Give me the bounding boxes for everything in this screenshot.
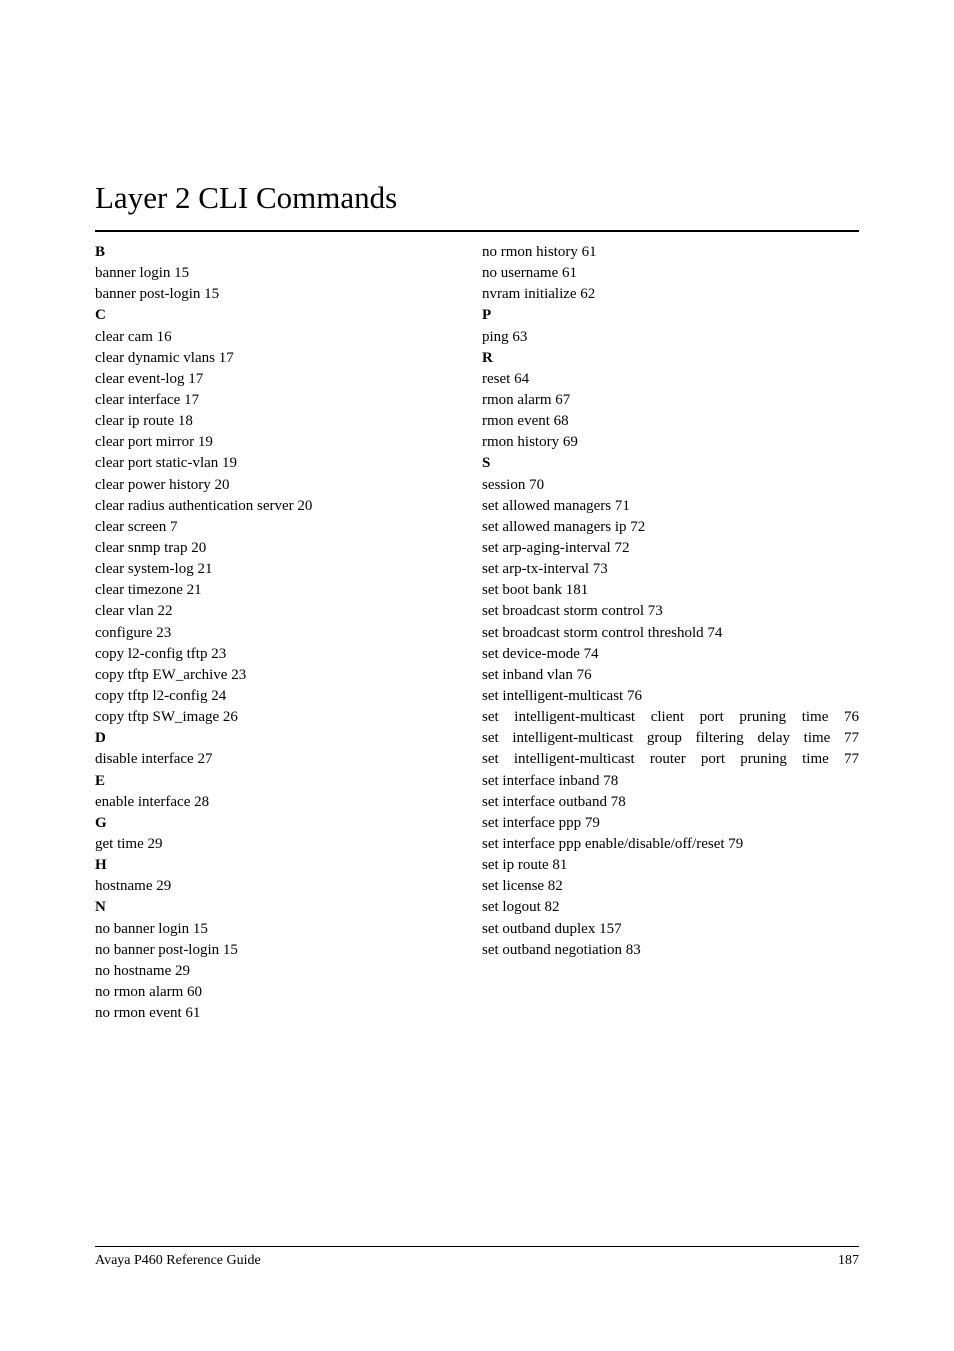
- index-entry: set boot bank 181: [482, 580, 859, 601]
- index-entry: copy tftp SW_image 26: [95, 707, 472, 728]
- index-column-right: no rmon history 61no username 61nvram in…: [482, 242, 859, 1024]
- index-letter: H: [95, 855, 472, 876]
- index-entry: session 70: [482, 475, 859, 496]
- index-entry: set intelligent-multicast client port pr…: [482, 707, 859, 728]
- index-entry: rmon alarm 67: [482, 390, 859, 411]
- index-entry: no rmon alarm 60: [95, 982, 472, 1003]
- index-entry: set device-mode 74: [482, 644, 859, 665]
- index-letter: R: [482, 348, 859, 369]
- index-letter: G: [95, 813, 472, 834]
- index-entry: set outband duplex 157: [482, 919, 859, 940]
- index-entry: banner post-login 15: [95, 284, 472, 305]
- index-columns: Bbanner login 15banner post-login 15Ccle…: [95, 242, 859, 1024]
- index-entry: set allowed managers 71: [482, 496, 859, 517]
- index-entry: configure 23: [95, 623, 472, 644]
- index-entry: set broadcast storm control 73: [482, 601, 859, 622]
- index-entry: clear port static-vlan 19: [95, 453, 472, 474]
- index-entry: set allowed managers ip 72: [482, 517, 859, 538]
- index-entry: no rmon history 61: [482, 242, 859, 263]
- index-entry: get time 29: [95, 834, 472, 855]
- index-entry: reset 64: [482, 369, 859, 390]
- index-entry: set intelligent-multicast router port pr…: [482, 749, 859, 770]
- index-entry: clear dynamic vlans 17: [95, 348, 472, 369]
- index-entry: ping 63: [482, 327, 859, 348]
- footer-right: 187: [838, 1253, 859, 1269]
- index-entry: hostname 29: [95, 876, 472, 897]
- index-entry: clear vlan 22: [95, 601, 472, 622]
- index-entry: no hostname 29: [95, 961, 472, 982]
- footer-left: Avaya P460 Reference Guide: [95, 1253, 261, 1269]
- index-entry: copy tftp l2-config 24: [95, 686, 472, 707]
- index-entry: clear timezone 21: [95, 580, 472, 601]
- index-entry: clear radius authentication server 20: [95, 496, 472, 517]
- index-entry: clear port mirror 19: [95, 432, 472, 453]
- index-entry: set logout 82: [482, 897, 859, 918]
- index-entry: set interface outband 78: [482, 792, 859, 813]
- index-entry: nvram initialize 62: [482, 284, 859, 305]
- index-entry: set intelligent-multicast group filterin…: [482, 728, 859, 749]
- index-entry: set arp-tx-interval 73: [482, 559, 859, 580]
- index-entry: clear screen 7: [95, 517, 472, 538]
- index-entry: set broadcast storm control threshold 74: [482, 623, 859, 644]
- index-entry: copy l2-config tftp 23: [95, 644, 472, 665]
- index-entry: set outband negotiation 83: [482, 940, 859, 961]
- page-title: Layer 2 CLI Commands: [95, 180, 859, 216]
- index-entry: clear system-log 21: [95, 559, 472, 580]
- index-entry: no rmon event 61: [95, 1003, 472, 1024]
- index-letter: P: [482, 305, 859, 326]
- index-letter: N: [95, 897, 472, 918]
- index-letter: D: [95, 728, 472, 749]
- index-entry: set arp-aging-interval 72: [482, 538, 859, 559]
- index-entry: set license 82: [482, 876, 859, 897]
- index-entry: banner login 15: [95, 263, 472, 284]
- index-letter: C: [95, 305, 472, 326]
- index-entry: rmon event 68: [482, 411, 859, 432]
- index-entry: set ip route 81: [482, 855, 859, 876]
- index-entry: rmon history 69: [482, 432, 859, 453]
- index-letter: B: [95, 242, 472, 263]
- index-entry: clear cam 16: [95, 327, 472, 348]
- index-entry: set interface ppp enable/disable/off/res…: [482, 834, 859, 855]
- index-entry: clear snmp trap 20: [95, 538, 472, 559]
- index-entry: set inband vlan 76: [482, 665, 859, 686]
- page-footer: Avaya P460 Reference Guide 187: [95, 1246, 859, 1269]
- index-entry: clear interface 17: [95, 390, 472, 411]
- index-entry: copy tftp EW_archive 23: [95, 665, 472, 686]
- index-entry: no banner login 15: [95, 919, 472, 940]
- index-letter: E: [95, 771, 472, 792]
- index-entry: clear event-log 17: [95, 369, 472, 390]
- index-entry: clear power history 20: [95, 475, 472, 496]
- horizontal-rule: [95, 230, 859, 232]
- index-entry: enable interface 28: [95, 792, 472, 813]
- index-column-left: Bbanner login 15banner post-login 15Ccle…: [95, 242, 472, 1024]
- index-entry: disable interface 27: [95, 749, 472, 770]
- index-entry: no username 61: [482, 263, 859, 284]
- index-entry: clear ip route 18: [95, 411, 472, 432]
- index-entry: set interface inband 78: [482, 771, 859, 792]
- index-entry: set interface ppp 79: [482, 813, 859, 834]
- index-entry: set intelligent-multicast 76: [482, 686, 859, 707]
- index-letter: S: [482, 453, 859, 474]
- index-entry: no banner post-login 15: [95, 940, 472, 961]
